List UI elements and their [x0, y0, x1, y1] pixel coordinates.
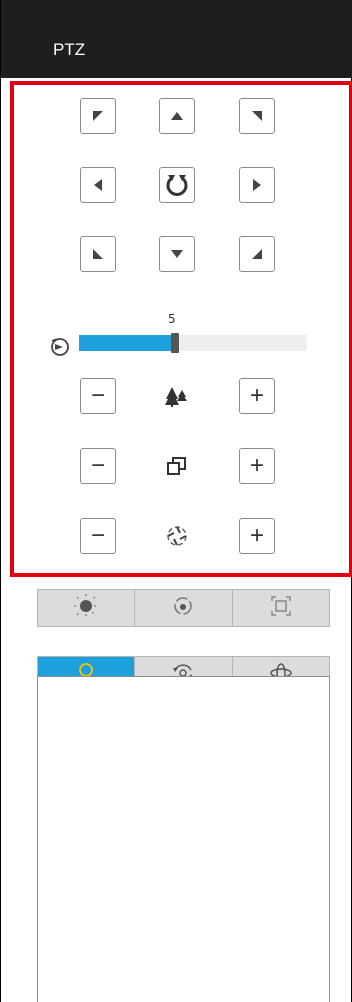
wiper-button[interactable] — [135, 590, 233, 626]
pan-right-button[interactable] — [239, 167, 275, 203]
plus-icon: + — [249, 522, 264, 549]
speed-slider-fill — [79, 335, 175, 351]
speed-slider[interactable] — [79, 333, 307, 353]
arrow-down-left-icon — [92, 248, 104, 260]
panel-title: PTZ — [53, 40, 86, 59]
arrow-down-icon — [170, 249, 184, 259]
arrow-right-icon — [252, 178, 262, 192]
aux-toolbar — [37, 589, 330, 627]
iris-open-button[interactable]: + — [239, 518, 275, 554]
focus-near-button[interactable]: − — [80, 448, 116, 484]
arrow-up-left-icon — [92, 110, 104, 122]
auto-rotate-button[interactable] — [159, 167, 195, 203]
tilt-up-button[interactable] — [159, 98, 195, 134]
zoom-out-button[interactable]: − — [80, 378, 116, 414]
light-button[interactable] — [38, 590, 136, 626]
panel-header: PTZ — [1, 0, 352, 78]
plus-icon: + — [249, 382, 264, 409]
one-touch-focus-button[interactable] — [233, 590, 329, 626]
rotate-icon — [164, 172, 190, 198]
ptz-panel: PTZ 5 − + − + − + — [0, 0, 352, 1002]
iris-close-button[interactable]: − — [80, 518, 116, 554]
iris-aperture-icon — [159, 518, 195, 554]
speed-icon — [49, 336, 71, 358]
sun-icon — [73, 593, 99, 624]
minus-icon: − — [90, 452, 105, 479]
minus-icon: − — [90, 382, 105, 409]
pan-left-button[interactable] — [80, 167, 116, 203]
plus-icon: + — [249, 452, 264, 479]
zoom-trees-icon — [159, 378, 195, 414]
tilt-down-button[interactable] — [159, 236, 195, 272]
pan-down-right-button[interactable] — [239, 236, 275, 272]
focus-far-button[interactable]: + — [239, 448, 275, 484]
speed-slider-handle[interactable] — [171, 333, 179, 353]
pan-down-left-button[interactable] — [80, 236, 116, 272]
focus-frame-icon — [270, 595, 292, 622]
preset-list[interactable] — [37, 676, 330, 1002]
zoom-in-button[interactable]: + — [239, 378, 275, 414]
pan-up-left-button[interactable] — [80, 98, 116, 134]
wiper-circle-icon — [172, 595, 194, 622]
arrow-down-right-icon — [251, 248, 263, 260]
speed-value-label: 5 — [168, 312, 176, 326]
minus-icon: − — [90, 522, 105, 549]
arrow-up-icon — [170, 111, 184, 121]
focus-squares-icon — [159, 448, 195, 484]
highlight-box — [10, 81, 352, 577]
arrow-left-icon — [93, 178, 103, 192]
arrow-up-right-icon — [251, 110, 263, 122]
pan-up-right-button[interactable] — [239, 98, 275, 134]
